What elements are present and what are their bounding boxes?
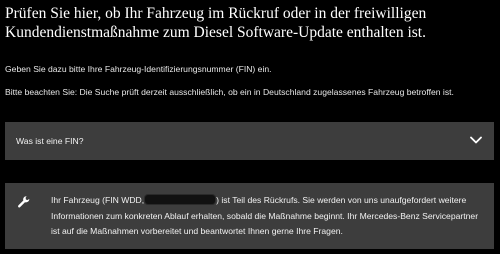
notice-text: Bitte beachten Sie: Die Suche prüft derz… — [5, 87, 454, 97]
recall-result-box: Ihr Fahrzeug (FIN WDD,) ist Teil des Rüc… — [5, 183, 494, 249]
fin-info-accordion[interactable]: Was ist eine FIN? — [5, 122, 494, 160]
wrench-icon — [18, 196, 30, 208]
redacted-fin — [145, 195, 216, 204]
recall-result-text: Ihr Fahrzeug (FIN WDD,) ist Teil des Rüc… — [51, 193, 481, 240]
chevron-down-icon — [470, 136, 482, 144]
page-heading: Prüfen Sie hier, ob Ihr Fahrzeug im Rück… — [5, 5, 427, 41]
accordion-label: Was ist eine FIN? — [16, 136, 84, 146]
result-text-start: Ihr Fahrzeug (FIN WDD, — [51, 195, 145, 205]
intro-text: Geben Sie dazu bitte Ihre Fahrzeug-Ident… — [5, 64, 272, 74]
